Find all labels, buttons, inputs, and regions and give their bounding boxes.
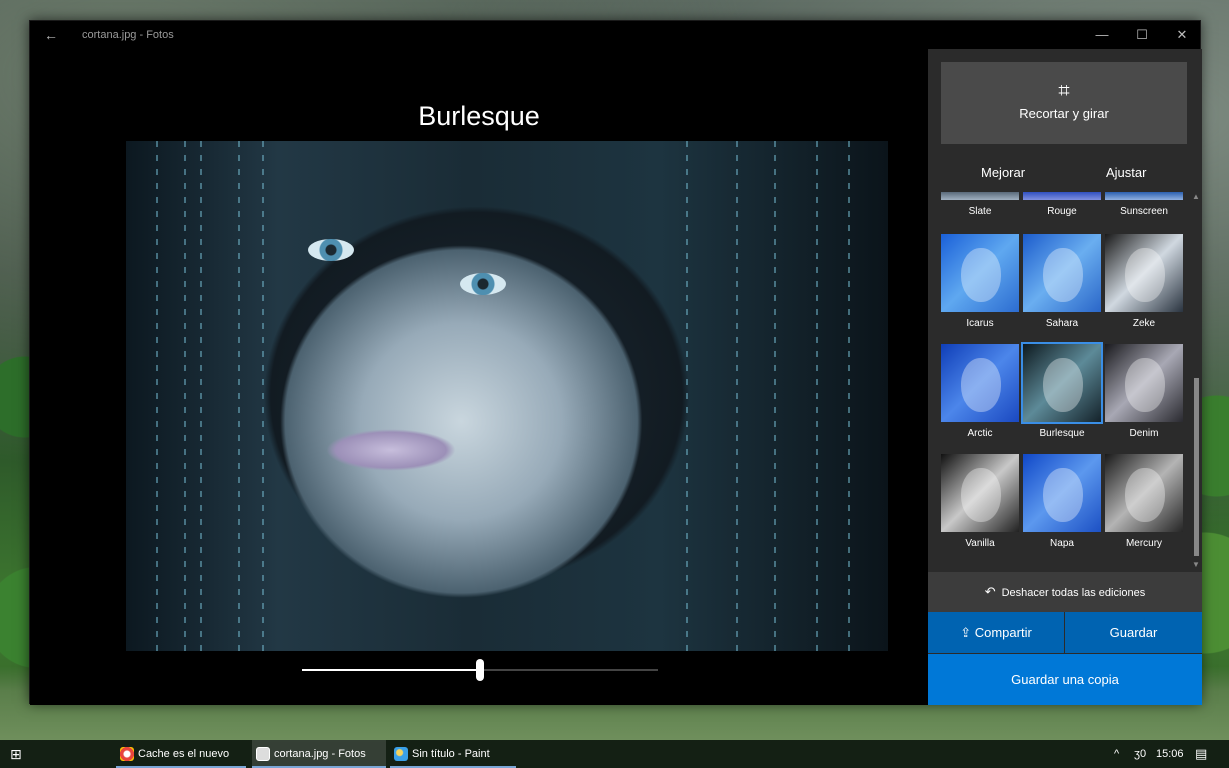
scroll-up-icon[interactable]: ▲ (1192, 192, 1200, 201)
photos-icon (256, 747, 270, 761)
tray-chevron-up-icon[interactable]: ^ (1114, 740, 1119, 768)
filter-burlesque[interactable]: Burlesque (1021, 342, 1103, 439)
save-copy-button[interactable]: Guardar una copia (928, 654, 1202, 705)
photos-app-window: ← cortana.jpg - Fotos — ☐ ✕ Burlesque ⌗ … (29, 20, 1202, 705)
intensity-slider-thumb[interactable] (476, 659, 484, 681)
window-title: cortana.jpg - Fotos (82, 29, 174, 41)
filter-vanilla[interactable]: Vanilla (939, 454, 1021, 549)
filter-label: Arctic (967, 428, 993, 439)
eye-left (308, 239, 354, 261)
share-icon: ⇪ (960, 625, 975, 640)
filter-rouge[interactable]: Rouge (1021, 192, 1103, 217)
back-arrow-icon[interactable]: ← (42, 26, 60, 44)
chrome-icon (120, 747, 134, 761)
filter-sunscreen[interactable]: Sunscreen (1103, 192, 1185, 217)
filter-thumbnail (1105, 454, 1183, 532)
filter-thumbnail (1105, 344, 1183, 422)
action-center-icon[interactable]: ▤ (1195, 740, 1207, 768)
taskbar-item-label: Cache es el nuevo On... (138, 748, 230, 760)
filter-thumbnail (941, 344, 1019, 422)
taskbar-item-paint[interactable]: Sin título - Paint (390, 740, 516, 768)
filter-sahara[interactable]: Sahara (1021, 234, 1103, 329)
filter-thumbnail (1105, 234, 1183, 312)
crop-rotate-button[interactable]: ⌗ Recortar y girar (941, 62, 1187, 144)
photo-preview (126, 141, 888, 651)
volume-indicator[interactable]: ʒ0 (1134, 740, 1146, 768)
filter-thumbnail (941, 234, 1019, 312)
save-button[interactable]: Guardar (1065, 612, 1202, 653)
taskbar: ⊞ Cache es el nuevo On... cortana.jpg - … (0, 740, 1229, 768)
filter-mercury[interactable]: Mercury (1103, 454, 1185, 549)
taskbar-item-label: cortana.jpg - Fotos (274, 748, 366, 760)
filter-thumbnail (1023, 192, 1101, 200)
tab-mejorar[interactable]: Mejorar (981, 165, 1025, 180)
minimize-button[interactable]: — (1082, 21, 1122, 49)
filter-zeke[interactable]: Zeke (1103, 234, 1185, 329)
filter-thumbnail (941, 454, 1019, 532)
eye-right (460, 273, 506, 295)
filter-napa[interactable]: Napa (1021, 454, 1103, 549)
taskbar-clock[interactable]: 15:06 (1156, 740, 1184, 768)
photo-stage: Burlesque (30, 49, 928, 705)
title-bar: ← cortana.jpg - Fotos — ☐ ✕ (30, 21, 1200, 49)
filter-label: Zeke (1132, 318, 1156, 329)
taskbar-item-label: Sin título - Paint (412, 748, 490, 760)
filter-label: Napa (1050, 538, 1074, 549)
filter-denim[interactable]: Denim (1103, 344, 1185, 439)
filter-icarus[interactable]: Icarus (939, 234, 1021, 329)
intensity-slider-fill (302, 669, 480, 671)
intensity-slider[interactable] (302, 659, 658, 681)
filter-label: Burlesque (1039, 428, 1085, 439)
maximize-button[interactable]: ☐ (1122, 21, 1162, 49)
undo-all-button[interactable]: ↶ Deshacer todas las ediciones (928, 572, 1202, 612)
filter-gallery: Slate Rouge Sunscreen Icarus Sahara Zeke… (928, 192, 1202, 572)
scrollbar-thumb[interactable] (1194, 378, 1199, 556)
undo-all-label: Deshacer todas las ediciones (1001, 587, 1146, 599)
filter-label: Icarus (966, 318, 994, 329)
filter-label: Rouge (1047, 206, 1077, 217)
active-filter-title: Burlesque (418, 101, 540, 131)
filter-thumbnail (1105, 192, 1183, 200)
lips (326, 429, 456, 471)
filter-label: Vanilla (965, 538, 995, 549)
filter-thumbnail (1021, 342, 1103, 424)
edit-panel: ⌗ Recortar y girar Mejorar Ajustar Slate… (928, 49, 1202, 705)
crop-rotate-label: Recortar y girar (1019, 106, 1109, 121)
filter-label: Denim (1129, 428, 1159, 439)
edit-tabs: Mejorar Ajustar (928, 157, 1202, 192)
paint-icon (394, 747, 408, 761)
windows-start-icon[interactable]: ⊞ (10, 746, 26, 762)
undo-icon: ↶ (984, 584, 996, 599)
filter-label: Sahara (1045, 318, 1079, 329)
close-button[interactable]: ✕ (1162, 21, 1202, 49)
filter-label: Slate (968, 206, 992, 217)
filter-label: Mercury (1125, 538, 1163, 549)
taskbar-item-browser[interactable]: Cache es el nuevo On... (116, 740, 246, 768)
filter-arctic[interactable]: Arctic (939, 344, 1021, 439)
filter-thumbnail (1023, 234, 1101, 312)
crop-icon: ⌗ (1058, 80, 1070, 102)
scroll-down-icon[interactable]: ▼ (1192, 560, 1200, 569)
tab-ajustar[interactable]: Ajustar (1106, 165, 1146, 180)
filter-label: Sunscreen (1120, 206, 1168, 217)
filter-thumbnail (941, 192, 1019, 200)
share-label: Compartir (974, 625, 1032, 640)
filter-thumbnail (1023, 454, 1101, 532)
taskbar-item-photos[interactable]: cortana.jpg - Fotos (252, 740, 386, 768)
share-button[interactable]: ⇪ Compartir (928, 612, 1064, 653)
filter-scrollbar[interactable]: ▲ ▼ (1192, 192, 1200, 572)
filter-slate[interactable]: Slate (939, 192, 1021, 217)
